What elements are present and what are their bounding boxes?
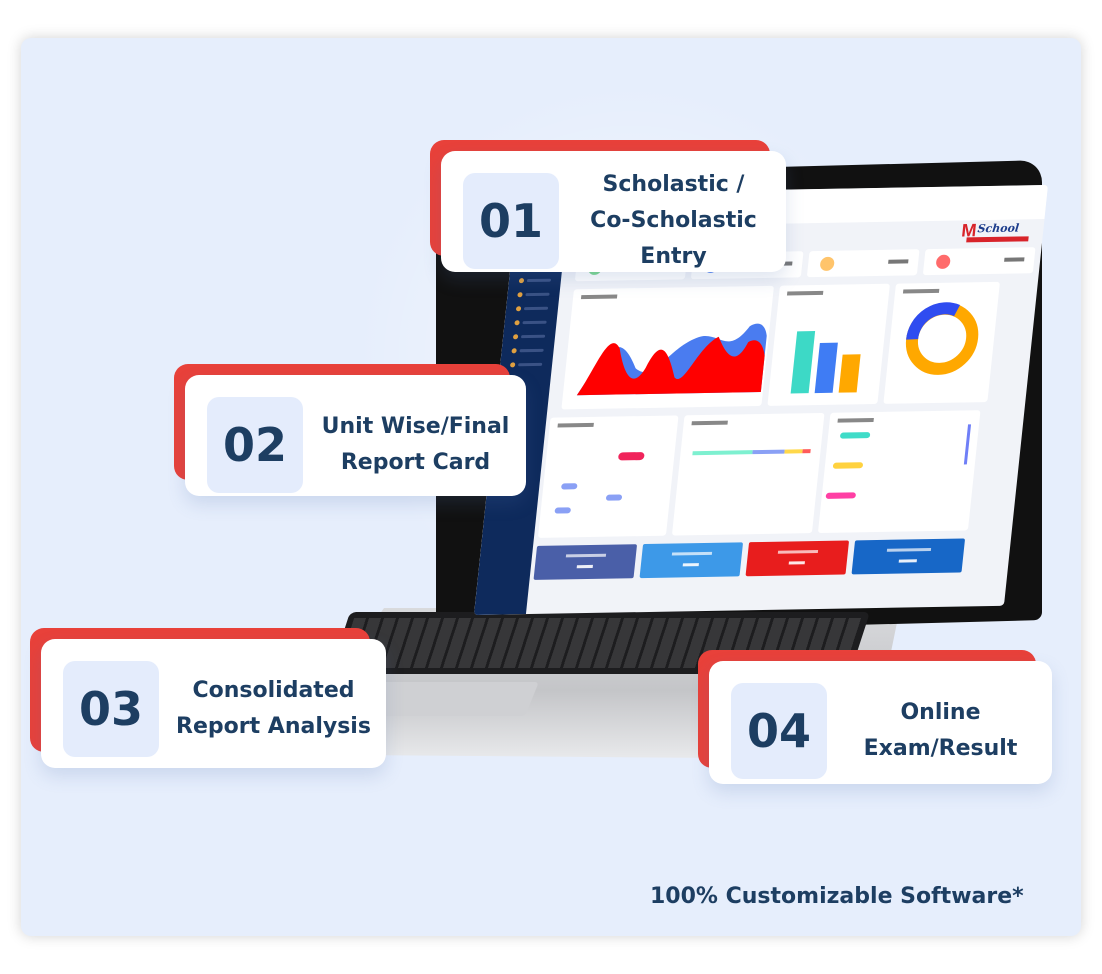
expenses-widget bbox=[767, 283, 890, 406]
feature-label: Consolidated Report Analysis bbox=[169, 661, 378, 757]
stat-card bbox=[922, 247, 1036, 276]
social-tile-google[interactable] bbox=[745, 540, 850, 577]
students-widget bbox=[883, 281, 1000, 404]
notice-tag bbox=[832, 462, 864, 469]
feature-card-3: 03 Consolidated Report Analysis bbox=[30, 628, 386, 768]
students-donut-chart bbox=[905, 302, 979, 375]
calendar-event[interactable] bbox=[605, 494, 623, 501]
sidebar-icon bbox=[518, 278, 525, 284]
tile-value bbox=[682, 563, 699, 567]
progress-segment bbox=[784, 449, 803, 454]
event-calendar-widget bbox=[537, 415, 679, 538]
card-body: 01 Scholastic / Co-Scholastic Entry bbox=[441, 151, 786, 272]
tile-value bbox=[898, 559, 917, 563]
feature-label-line2: Report Analysis bbox=[176, 714, 371, 739]
tile-label bbox=[671, 551, 713, 556]
progress-segment bbox=[692, 450, 753, 456]
feature-label-line1: Online bbox=[900, 700, 981, 725]
sidebar-icon bbox=[515, 306, 522, 312]
feature-label-line2: Report Card bbox=[340, 450, 491, 475]
tile-value bbox=[576, 564, 593, 569]
sidebar-item[interactable] bbox=[520, 334, 546, 339]
sidebar-icon bbox=[517, 292, 523, 298]
earnings-area-chart bbox=[576, 323, 767, 396]
feature-number: 04 bbox=[731, 683, 827, 779]
attendance-widget bbox=[671, 412, 825, 536]
widget-title bbox=[786, 290, 824, 296]
tile-label bbox=[777, 550, 819, 554]
widget-title bbox=[902, 288, 940, 294]
widget-title bbox=[557, 422, 594, 428]
feature-card-1: 01 Scholastic / Co-Scholastic Entry bbox=[430, 140, 786, 272]
sidebar-item[interactable] bbox=[519, 348, 544, 353]
progress-segment bbox=[802, 449, 811, 454]
feature-label-line2: Exam/Result bbox=[863, 736, 1018, 761]
logo-tagline-bar bbox=[966, 236, 1029, 243]
feature-number: 03 bbox=[63, 661, 159, 757]
card-body: 02 Unit Wise/Final Report Card bbox=[185, 375, 526, 496]
sidebar-icon bbox=[511, 348, 517, 354]
feature-card-4: 04 Online Exam/Result bbox=[698, 650, 1052, 784]
calendar-event[interactable] bbox=[554, 507, 572, 514]
sidebar-item[interactable] bbox=[522, 320, 547, 325]
feature-number: 02 bbox=[207, 397, 303, 493]
feature-label: Online Exam/Result bbox=[837, 683, 1044, 779]
tile-label bbox=[886, 548, 932, 552]
expenses-bar-chart bbox=[790, 331, 861, 394]
school-logo: M School bbox=[960, 219, 1035, 244]
bar-orange bbox=[838, 354, 861, 393]
logo-name: School bbox=[976, 221, 1020, 236]
notice-tag bbox=[825, 492, 857, 499]
stat-icon bbox=[935, 254, 951, 269]
feature-label-line1: Consolidated bbox=[192, 678, 355, 703]
bar-teal bbox=[790, 331, 816, 394]
social-tile-facebook[interactable] bbox=[533, 544, 638, 580]
notice-board-widget bbox=[817, 410, 981, 534]
calendar-month-button[interactable] bbox=[617, 452, 645, 461]
stat-value bbox=[888, 259, 909, 264]
card-body: 03 Consolidated Report Analysis bbox=[41, 639, 386, 768]
stat-icon bbox=[819, 256, 835, 271]
social-tile-twitter[interactable] bbox=[639, 542, 744, 579]
social-tile-linkedin[interactable] bbox=[851, 538, 966, 575]
card-body: 04 Online Exam/Result bbox=[709, 661, 1052, 784]
feature-label-line1: Unit Wise/Final bbox=[321, 414, 510, 439]
feature-label-line2: Co-Scholastic Entry bbox=[590, 208, 757, 269]
footer-note: 100% Customizable Software* bbox=[650, 884, 1024, 909]
feature-card-2: 02 Unit Wise/Final Report Card bbox=[174, 364, 526, 496]
feature-number: 01 bbox=[463, 173, 559, 269]
widget-title bbox=[837, 418, 874, 423]
earnings-widget bbox=[561, 285, 774, 410]
feature-label: Unit Wise/Final Report Card bbox=[313, 397, 518, 493]
stat-card bbox=[806, 249, 920, 278]
progress-segment bbox=[752, 449, 785, 455]
sidebar-icon bbox=[512, 334, 519, 340]
feature-label: Scholastic / Co-Scholastic Entry bbox=[569, 172, 778, 269]
sidebar-item[interactable] bbox=[526, 278, 552, 283]
bar-blue bbox=[814, 342, 838, 394]
widget-title bbox=[580, 294, 618, 300]
sidebar-icon bbox=[514, 320, 520, 326]
sidebar-item[interactable] bbox=[525, 292, 550, 297]
notice-tag bbox=[839, 432, 871, 439]
scrollbar[interactable] bbox=[963, 424, 972, 465]
sidebar-item[interactable] bbox=[523, 306, 549, 311]
feature-label-line1: Scholastic / bbox=[602, 172, 745, 197]
stat-value bbox=[1004, 257, 1025, 262]
widget-title bbox=[691, 420, 728, 426]
tile-value bbox=[788, 561, 805, 565]
tile-label bbox=[565, 553, 607, 558]
calendar-event[interactable] bbox=[560, 483, 578, 490]
